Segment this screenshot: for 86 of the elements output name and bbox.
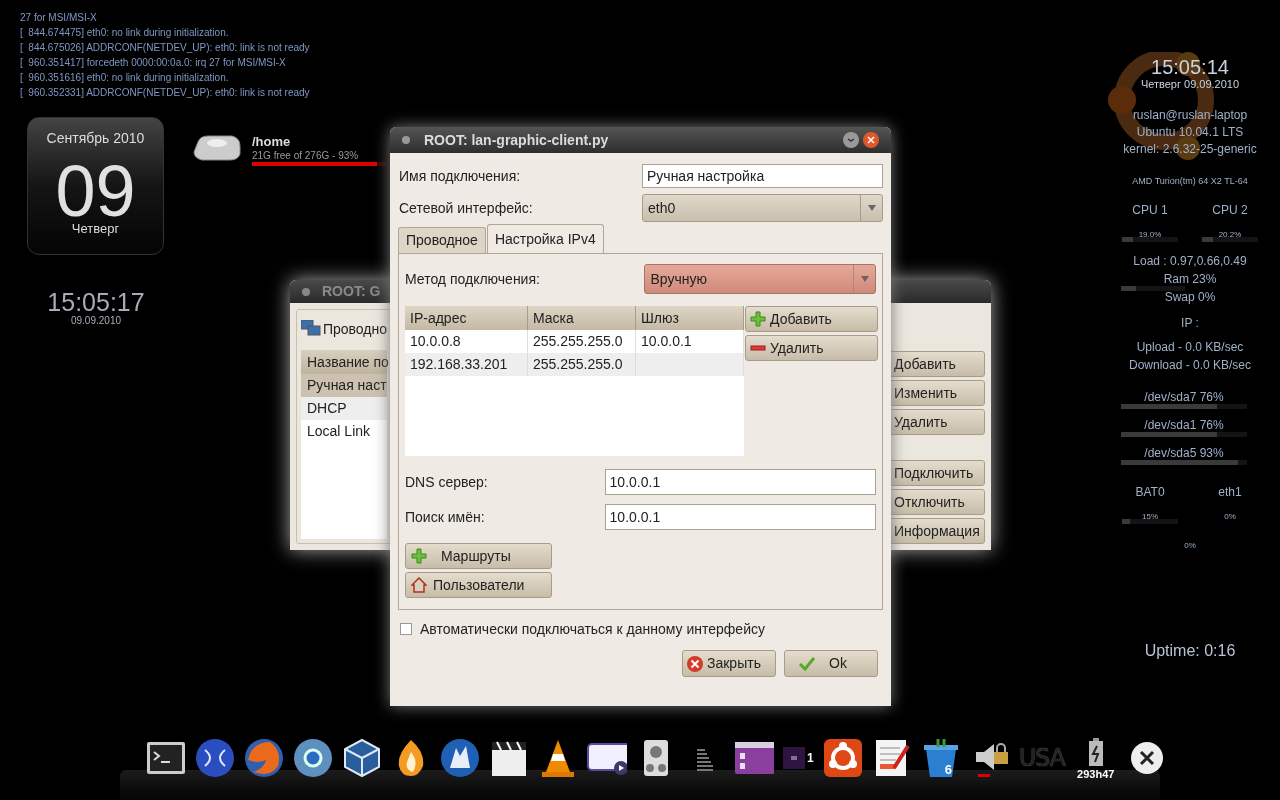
checkbox-label: Автоматически подключаться к данному интерфейсу	[420, 619, 765, 639]
remove-button[interactable]: Удалить	[745, 335, 878, 361]
load-average: Load : 0.97,0.66,0.49	[1133, 253, 1247, 270]
log-line: [ 844.675026] ADDRCONF(NETDEV_UP): eth0: link is not ready	[20, 41, 310, 55]
interface-dropdown[interactable]: eth0	[642, 194, 883, 222]
dns-server-field[interactable]: 10.0.0.1	[604, 469, 876, 495]
clock-date: 09.09.2010	[70, 316, 122, 326]
disk-usage: /dev/sda7 76%	[1144, 391, 1224, 404]
close-icon	[867, 136, 875, 144]
log-line: [ 844.674475] eth0: no link during initialization.	[20, 26, 230, 40]
table-cell: 255.255.255.0	[528, 353, 636, 376]
battery-name: BAT0	[1135, 484, 1165, 501]
conky-date: Четверг 09.09.2010	[1140, 78, 1240, 90]
globe-icon[interactable]	[195, 738, 235, 778]
user-host: ruslan@ruslan-laptop	[1132, 107, 1248, 124]
workspace-count: 1	[807, 750, 814, 767]
cpu-name: CPU 2	[1212, 202, 1248, 219]
window-title: ROOT: G	[322, 282, 381, 301]
chevron-down-icon	[847, 138, 855, 142]
tab[interactable]: Проводное	[398, 227, 486, 253]
field-label: Поиск имён:	[405, 507, 486, 527]
field-label: DNS сервер:	[405, 472, 489, 492]
sphere-icon[interactable]	[293, 738, 333, 778]
disk-usage: /dev/sda1 76%	[1144, 419, 1224, 432]
cancel-icon	[686, 654, 704, 673]
field-label: Сетевой интерфейс:	[398, 198, 534, 218]
close-dialog-button[interactable]: Закрыть	[682, 650, 776, 677]
cpu-name: CPU 1	[1132, 202, 1168, 219]
ok-button[interactable]: Ok	[784, 650, 878, 677]
window-menu-icon[interactable]	[402, 136, 410, 144]
upload-speed: Upload - 0.0 KB/sec	[1136, 339, 1244, 356]
connection-list-item[interactable]: DHCP	[301, 397, 387, 420]
fox-globe-icon[interactable]	[244, 738, 284, 778]
cpu-usage: 19.0%	[1138, 230, 1162, 239]
connection-list-item[interactable]: Ручная наст	[301, 374, 387, 397]
ip-label: IP :	[1181, 315, 1199, 332]
extra-reading: 0%	[1184, 540, 1196, 552]
swap-usage: Swap 0%	[1164, 289, 1216, 306]
clock-time: 15:05:17	[47, 288, 145, 316]
field-label: Метод подключения:	[405, 269, 541, 289]
trash-count: 6	[944, 761, 952, 779]
tab[interactable]: Настройка IPv4	[486, 224, 604, 253]
routes-button[interactable]: Маршруты	[405, 543, 552, 569]
interface-usage: 0%	[1224, 512, 1236, 521]
uptime: Uptime: 0:16	[1144, 641, 1236, 661]
cpu-model: AMD Turion(tm) 64 X2 TL-64	[1132, 175, 1248, 187]
calendar-month: Сентябрь 2010	[46, 129, 145, 148]
field-label: Имя подключения:	[398, 166, 522, 186]
window-menu-icon[interactable]	[302, 287, 310, 296]
interface-name: eth1	[1218, 484, 1242, 501]
plus-icon	[411, 548, 427, 564]
name-search-field[interactable]: 10.0.0.1	[604, 504, 876, 530]
log-line: [ 960.351616] eth0: no link during initialization.	[20, 71, 230, 85]
log-line: [ 960.351417] forcedeth 0000:00:0a.0: irq 27 for MSI/MSI-X	[20, 56, 287, 70]
hard-drive-icon	[192, 134, 242, 162]
minimize-button[interactable]	[843, 132, 859, 148]
ram-usage: Ram 23%	[1163, 271, 1217, 288]
users-button[interactable]: Пользователи	[405, 572, 552, 598]
autoconnect-checkbox[interactable]	[400, 623, 412, 635]
download-speed: Download - 0.0 KB/sec	[1128, 357, 1252, 374]
checkmark-icon	[799, 655, 815, 672]
close-button[interactable]	[863, 132, 879, 148]
os-version: Ubuntu 10.04.1 LTS	[1136, 124, 1244, 141]
connection-name-field[interactable]: Ручная настройка	[642, 164, 883, 188]
house-icon	[411, 577, 427, 593]
log-line: [ 960.352331] ADDRCONF(NETDEV_UP): eth0: link is not ready	[20, 86, 310, 100]
table-cell: 192.168.33.201	[405, 353, 528, 376]
kernel-version: kernel: 2.6.32-25-generic	[1123, 141, 1257, 158]
battery-charge: 15%	[1142, 512, 1158, 521]
network-computers-icon	[301, 320, 321, 338]
column-heading: Название по	[307, 352, 389, 372]
cube-icon[interactable]	[342, 738, 382, 778]
plus-icon	[750, 311, 766, 327]
ubuntu-logo-icon[interactable]	[822, 738, 863, 778]
drive-usage: 21G free of 276G - 93%	[252, 150, 360, 162]
drive-mount: /home	[252, 134, 292, 150]
log-line: 27 for MSI/MSI-X	[20, 11, 98, 25]
dialog-title: ROOT: lan-graphic-client.py	[424, 130, 610, 150]
add-button[interactable]: Добавить	[745, 306, 878, 332]
cpu-usage: 20.2%	[1218, 230, 1242, 239]
connection-type-tab[interactable]: Проводно	[322, 318, 387, 340]
battery-time: 293h47	[1077, 767, 1115, 782]
conky-time: 15:05:14	[1151, 56, 1229, 78]
disk-usage: /dev/sda5 93%	[1144, 447, 1224, 460]
workspace-icon[interactable]	[783, 747, 805, 769]
method-dropdown[interactable]: Вручную	[644, 264, 876, 294]
